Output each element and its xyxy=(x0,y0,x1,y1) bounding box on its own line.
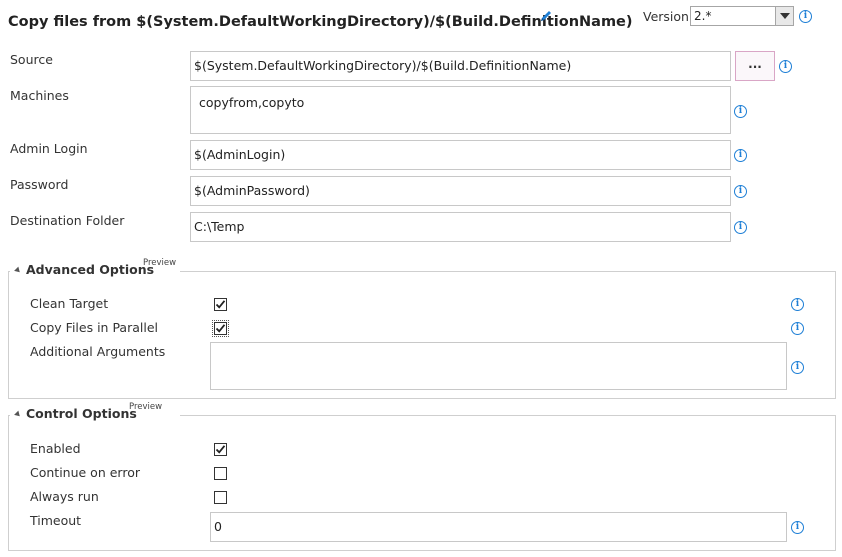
info-icon[interactable]: i xyxy=(791,521,804,534)
info-icon[interactable]: i xyxy=(734,149,747,162)
always-run-label: Always run xyxy=(30,489,99,504)
password-label: Password xyxy=(10,177,69,192)
source-input[interactable]: $(System.DefaultWorkingDirectory)/$(Buil… xyxy=(190,51,731,81)
timeout-label: Timeout xyxy=(30,513,82,528)
browse-button[interactable]: ... xyxy=(735,51,775,81)
copy-parallel-checkbox[interactable] xyxy=(212,320,229,337)
info-icon[interactable]: i xyxy=(734,221,747,234)
preview-badge: Preview xyxy=(129,402,163,412)
collapse-triangle-icon[interactable] xyxy=(14,410,22,419)
info-icon[interactable]: i xyxy=(791,298,804,311)
continue-on-error-checkbox[interactable] xyxy=(214,467,227,480)
control-options-title: Control Options xyxy=(26,406,137,421)
chevron-down-icon[interactable] xyxy=(775,7,793,25)
version-select[interactable]: 2.* xyxy=(690,6,794,26)
version-label: Version xyxy=(643,9,689,24)
control-options-header[interactable]: Control Options Preview xyxy=(10,402,180,424)
clean-target-checkbox[interactable] xyxy=(214,298,227,311)
destination-input[interactable]: C:\Temp xyxy=(190,212,731,242)
timeout-input[interactable]: 0 xyxy=(210,512,787,542)
info-icon[interactable]: i xyxy=(734,105,747,118)
copy-parallel-label: Copy Files in Parallel xyxy=(30,320,158,335)
enabled-label: Enabled xyxy=(30,441,81,456)
advanced-options-title: Advanced Options xyxy=(26,262,155,277)
collapse-triangle-icon[interactable] xyxy=(14,266,22,275)
source-label: Source xyxy=(10,52,53,67)
additional-args-label: Additional Arguments xyxy=(30,344,166,359)
info-icon[interactable]: i xyxy=(791,361,804,374)
always-run-checkbox[interactable] xyxy=(214,491,227,504)
machines-input[interactable]: copyfrom,copyto xyxy=(190,86,731,134)
machines-label: Machines xyxy=(10,88,69,103)
clean-target-label: Clean Target xyxy=(30,296,109,311)
admin-login-input[interactable]: $(AdminLogin) xyxy=(190,140,731,170)
info-icon[interactable]: i xyxy=(779,60,792,73)
info-icon[interactable]: i xyxy=(734,185,747,198)
continue-on-error-label: Continue on error xyxy=(30,465,140,480)
password-input[interactable]: $(AdminPassword) xyxy=(190,176,731,206)
advanced-options-header[interactable]: Advanced Options Preview xyxy=(10,258,180,280)
additional-args-input[interactable] xyxy=(210,342,787,390)
info-icon[interactable]: i xyxy=(791,322,804,335)
info-icon[interactable]: i xyxy=(799,10,812,23)
admin-login-label: Admin Login xyxy=(10,141,88,156)
preview-badge: Preview xyxy=(143,258,177,268)
version-value: 2.* xyxy=(694,9,712,23)
destination-label: Destination Folder xyxy=(10,213,125,228)
enabled-checkbox[interactable] xyxy=(214,443,227,456)
pencil-icon[interactable] xyxy=(538,8,554,24)
